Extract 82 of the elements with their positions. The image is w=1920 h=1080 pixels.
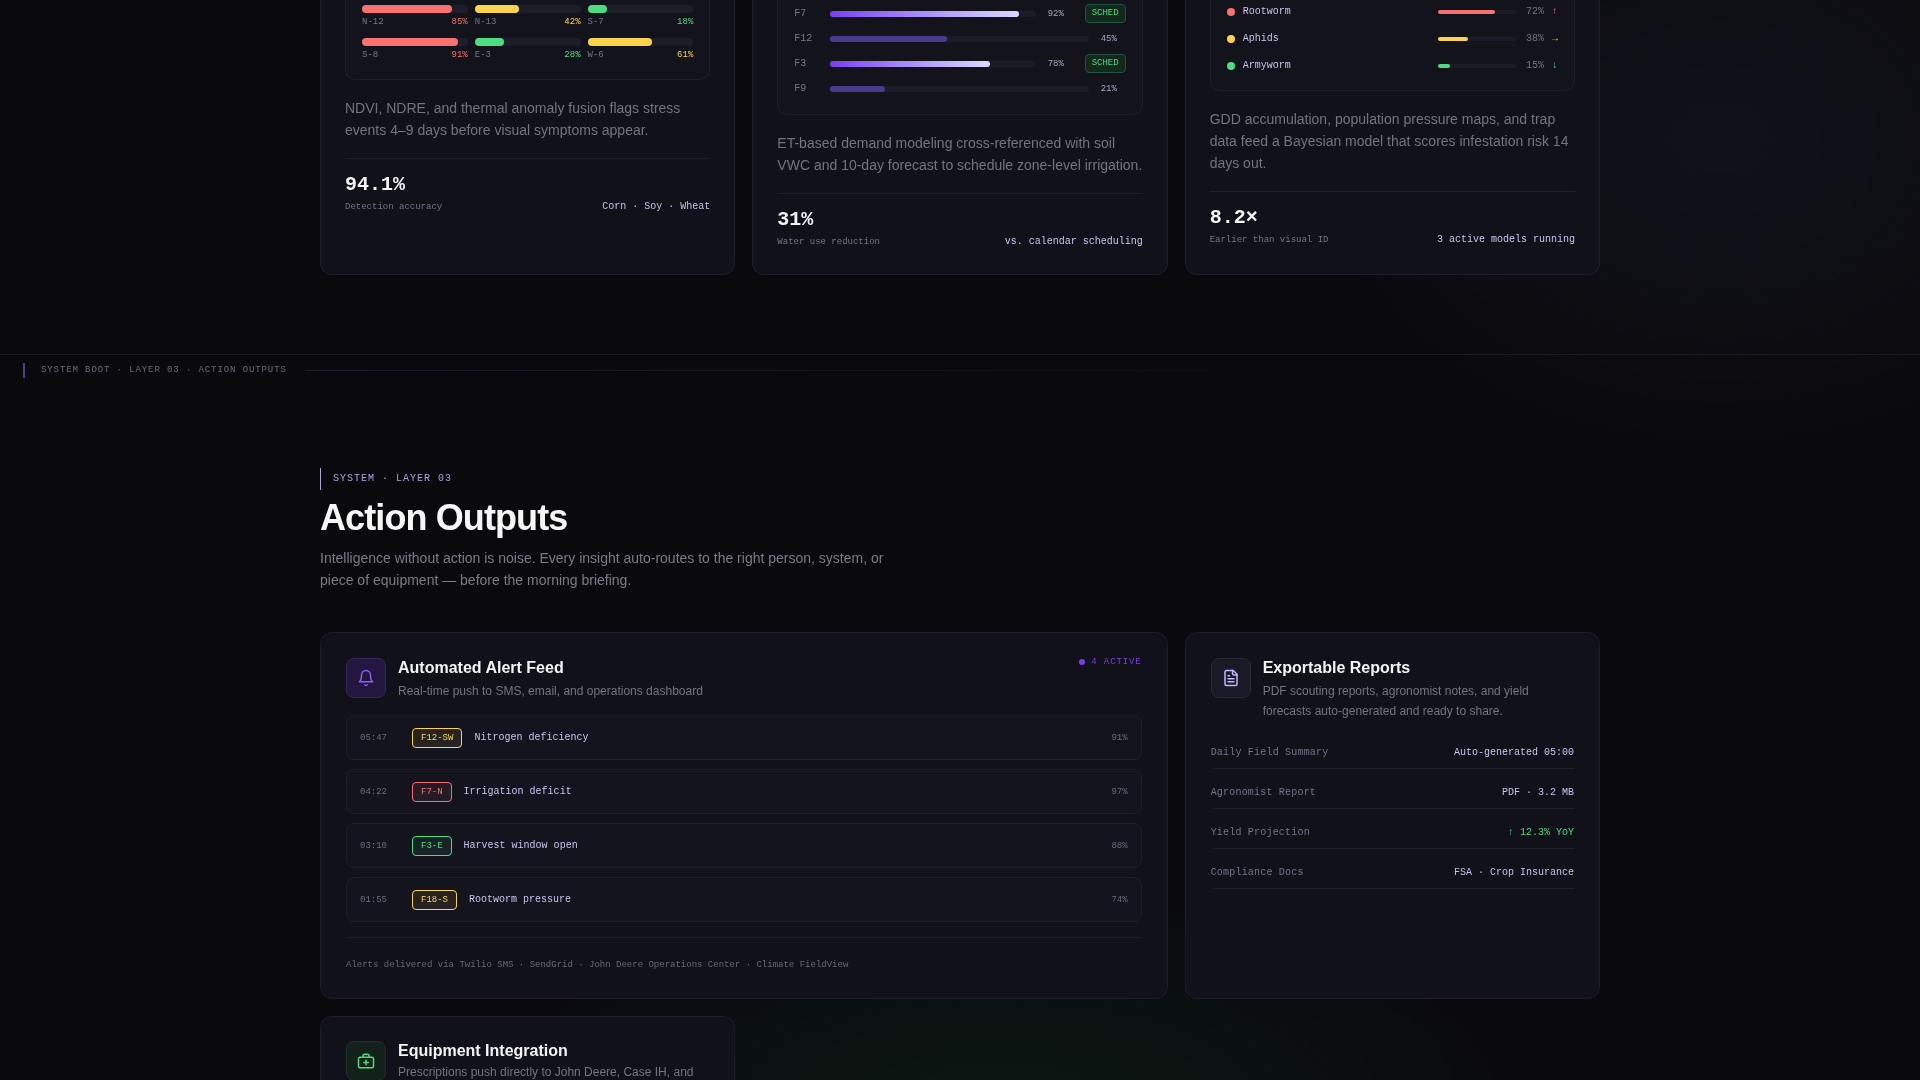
zone-label: N-13: [474, 16, 497, 28]
field-label: F3: [794, 56, 808, 71]
stat-value: 94.1%: [345, 172, 406, 198]
breadcrumb: SYSTEM BOOT · LAYER 03 · ACTION OUTPUTS: [41, 364, 287, 376]
stat-note: 3 active models running: [1436, 233, 1575, 247]
zone-label: S-7: [587, 16, 604, 28]
field-label: F12: [794, 31, 814, 46]
field-tag: F7-N: [412, 781, 452, 802]
card-description: GDD accumulation, population pressure maps, and trap data feed a Bayesian model that scores infestation risk 14 days out.: [1209, 110, 1570, 173]
bell-icon: [346, 658, 386, 698]
zone-reading: 61%: [677, 49, 694, 61]
card-footnote: Alerts delivered via Twilio SMS · SendGrid · John Deere Operations Center · Climate FieldView: [346, 959, 849, 972]
zone-label: N-12: [362, 16, 384, 28]
stat-label: Earlier than visual ID: [1209, 234, 1329, 247]
card-subtitle: PDF scouting reports, agronomist notes, and yield forecasts auto-generated and ready to share.: [1262, 683, 1530, 720]
alert-time: 01:55: [360, 893, 388, 906]
status-badge: SCHED: [1084, 54, 1126, 73]
zone-reading: 91%: [451, 49, 468, 61]
field-tag: F18-S: [412, 889, 457, 910]
status-badge: SCHED: [1084, 4, 1126, 23]
document-icon: [1210, 658, 1251, 698]
report-value: PDF · 3.2 MB: [1502, 786, 1574, 800]
card-title: Exportable Reports: [1262, 658, 1412, 678]
trend-indicator: ↑: [1552, 5, 1558, 19]
alert-message: Nitrogen deficiency: [474, 730, 589, 745]
report-label: Agronomist Report: [1210, 786, 1317, 800]
stat-note: vs. calendar scheduling: [1004, 235, 1143, 249]
risk-reading: 38%: [1526, 32, 1544, 46]
confidence-value: 91%: [1111, 731, 1128, 744]
risk-reading: 72%: [1526, 5, 1544, 19]
zone-reading: 42%: [564, 16, 581, 28]
zone-reading: 28%: [564, 49, 581, 61]
alert-message: Irrigation deficit: [463, 784, 572, 799]
briefcase-plus-icon: [346, 1041, 386, 1080]
zone-label: W-6: [587, 49, 604, 61]
card-title: Equipment Integration: [398, 1041, 569, 1061]
zone-label: S-8: [362, 49, 379, 61]
report-label: Daily Field Summary: [1210, 746, 1329, 760]
stat-label: Water use reduction: [777, 236, 880, 249]
card-subtitle: Prescriptions push directly to John Deere, Case IH, and: [398, 1064, 695, 1080]
section-eyebrow: SYSTEM · LAYER 03: [333, 472, 453, 486]
field-reading: 78%: [1047, 57, 1065, 70]
stat-value: 8.2×: [1209, 205, 1259, 231]
card-description: ET-based demand modeling cross-referenced with soil VWC and 10-day forecast to schedule zone-level irrigation.: [777, 134, 1144, 175]
report-value: FSA · Crop Insurance: [1453, 866, 1574, 880]
alert-message: Harvest window open: [463, 838, 578, 853]
risk-reading: 15%: [1526, 59, 1544, 73]
field-reading: 45%: [1100, 32, 1118, 45]
alert-time: 05:47: [360, 731, 388, 744]
section-title: Action Outputs: [320, 498, 569, 538]
card-title: Automated Alert Feed: [398, 658, 565, 678]
field-reading: 21%: [1100, 82, 1118, 95]
status-label: 4 ACTIVE: [1091, 656, 1142, 668]
card-subtitle: Real-time push to SMS, email, and operations dashboard: [398, 683, 704, 700]
zone-reading: 85%: [451, 16, 468, 28]
report-value: Auto-generated 05:00: [1453, 746, 1574, 760]
alert-time: 04:22: [360, 785, 388, 798]
stat-label: Detection accuracy: [345, 201, 443, 214]
zone-reading: 18%: [677, 16, 694, 28]
card-description: NDVI, NDRE, and thermal anomaly fusion flags stress events 4–9 days before visual symptoms appear.: [345, 99, 682, 140]
trend-indicator: ↓: [1552, 59, 1558, 73]
pest-name: Aphids: [1242, 32, 1279, 46]
field-reading: 92%: [1047, 7, 1065, 20]
field-label: F7: [794, 6, 808, 21]
confidence-value: 88%: [1111, 839, 1128, 852]
pest-name: Armyworm: [1242, 59, 1291, 73]
alert-time: 03:10: [360, 839, 388, 852]
trend-indicator: →: [1552, 32, 1558, 46]
report-label: Compliance Docs: [1210, 866, 1304, 880]
confidence-value: 97%: [1111, 785, 1128, 798]
stat-note: Corn · Soy · Wheat: [602, 200, 711, 214]
report-label: Yield Projection: [1210, 826, 1310, 840]
zone-label: E-3: [474, 49, 491, 61]
field-tag: F12-SW: [412, 727, 463, 748]
section-intro: Intelligence without action is noise. Every insight auto-routes to the right person, system, or piece of equipment — before the morning briefing.: [320, 549, 885, 590]
field-label: F9: [794, 81, 808, 96]
field-tag: F3-E: [412, 835, 452, 856]
report-value: ↑ 12.3% YoY: [1508, 826, 1574, 840]
pest-name: Rootworm: [1242, 5, 1291, 19]
alert-message: Rootworm pressure: [469, 892, 572, 907]
confidence-value: 74%: [1111, 893, 1128, 906]
stat-value: 31%: [777, 207, 815, 233]
